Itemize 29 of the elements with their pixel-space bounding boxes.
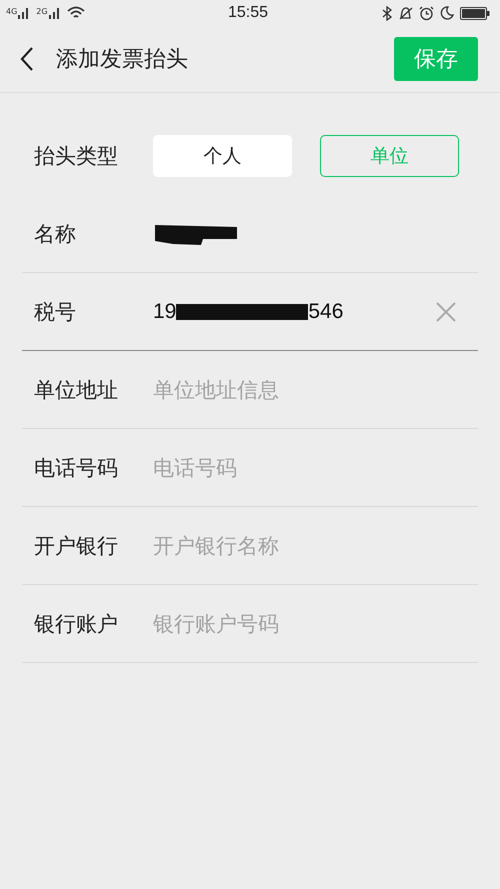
network-type: 4G [6,7,18,16]
network-type: 2G [36,7,48,16]
page-title: 添加发票抬头 [56,46,189,74]
wifi-icon [66,6,85,20]
type-option[interactable]: 单位 [320,135,459,177]
field-label: 电话号码 [34,454,119,482]
field-label: 名称 [34,220,77,248]
bell-off-icon [398,6,413,20]
field-label: 税号 [34,298,77,326]
back-icon[interactable] [20,47,34,71]
status-time: 15:55 [228,4,268,22]
input-field[interactable]: 开户银行名称 [153,534,423,558]
moon-icon [440,6,454,20]
save-button[interactable]: 保存 [394,37,478,81]
input-field[interactable]: 银行账户号码 [153,612,423,636]
field-value: 19 [153,300,176,324]
signal-icon [48,7,61,19]
alarm-icon [418,6,434,20]
type-option[interactable]: 个人 [153,135,292,177]
input-field[interactable]: 单位地址信息 [153,378,423,402]
field-label: 抬头类型 [34,143,119,170]
battery-icon [460,6,490,20]
field-label: 单位地址 [34,376,119,404]
field-label: 银行账户 [34,610,119,638]
signal-icon [18,7,30,19]
bluetooth-icon [382,6,392,20]
field-label: 开户银行 [34,532,119,560]
input-field[interactable]: 电话号码 [153,456,423,480]
field-value: 546 [308,300,344,324]
